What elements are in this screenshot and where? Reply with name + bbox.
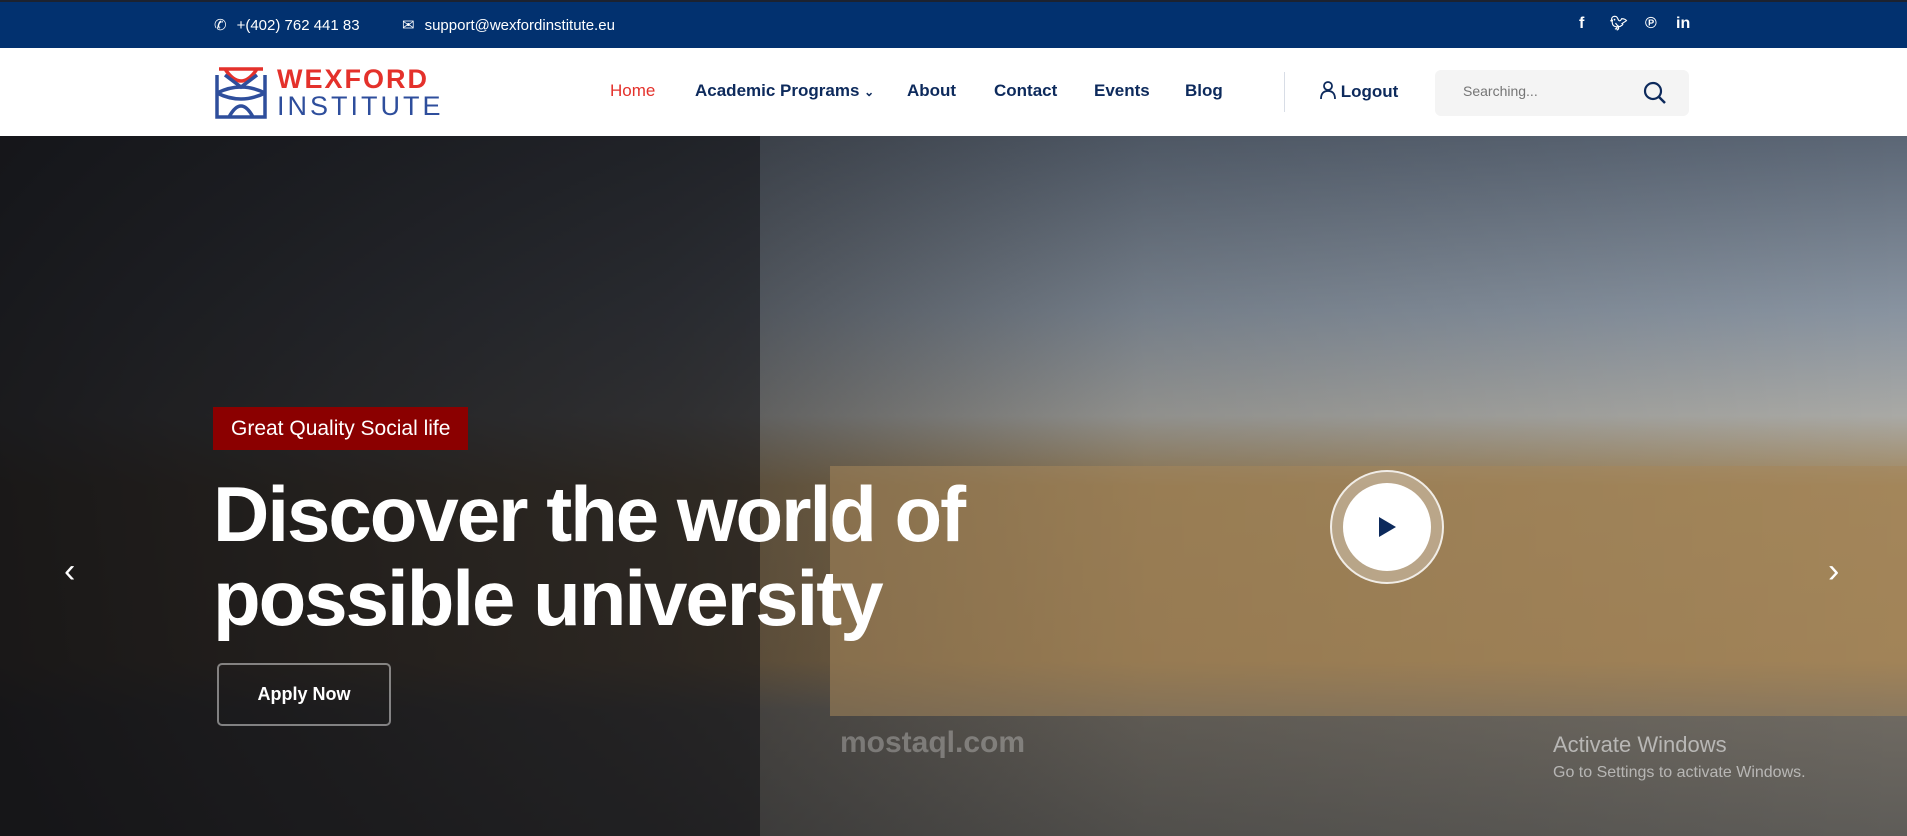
logout-button[interactable]: Logout xyxy=(1320,81,1398,102)
search-box xyxy=(1435,70,1689,116)
next-slide-arrow-icon[interactable]: › xyxy=(1828,552,1839,591)
hero-headline: Discover the world of possible universit… xyxy=(213,470,966,642)
nav-blog[interactable]: Blog xyxy=(1185,81,1223,101)
twitter-icon[interactable]: 🐦︎ xyxy=(1610,15,1628,32)
logout-label: Logout xyxy=(1340,82,1399,101)
watermark-text: mostaql.com xyxy=(840,726,1026,759)
watermark: mostaql.com xyxy=(840,726,1025,760)
nav-academic-programs-label: Academic Programs xyxy=(695,81,860,100)
email-contact[interactable]: ✉ support@wexfordinstitute.eu xyxy=(402,16,615,35)
activate-windows-subtitle: Go to Settings to activate Windows. xyxy=(1553,764,1806,781)
mail-icon: ✉ xyxy=(402,17,415,34)
logo-text-wexford: WEXFORD xyxy=(277,64,429,94)
apply-now-button[interactable]: Apply Now xyxy=(217,663,391,726)
headline-line-2: possible university xyxy=(213,554,884,642)
main-nav: WEXFORD INSTITUTE Home Academic Programs… xyxy=(0,48,1907,136)
prev-slide-arrow-icon[interactable]: ‹ xyxy=(64,552,75,591)
phone-contact[interactable]: ✆ +(402) 762 441 83 xyxy=(214,16,360,35)
nav-events[interactable]: Events xyxy=(1094,81,1150,101)
email-address: support@wexfordinstitute.eu xyxy=(424,16,615,34)
search-input[interactable] xyxy=(1463,83,1633,99)
nav-divider xyxy=(1284,72,1285,112)
nav-about[interactable]: About xyxy=(907,81,956,101)
nav-home[interactable]: Home xyxy=(610,81,655,101)
nav-academic-programs[interactable]: Academic Programs ⌄ xyxy=(695,81,874,101)
user-icon xyxy=(1320,81,1336,100)
phone-number: +(402) 762 441 83 xyxy=(236,16,360,34)
play-video-button[interactable] xyxy=(1330,470,1444,584)
play-icon xyxy=(1379,517,1396,537)
logo[interactable]: WEXFORD INSTITUTE xyxy=(215,66,444,120)
hero-badge: Great Quality Social life xyxy=(213,407,469,450)
linkedin-icon[interactable]: in xyxy=(1676,15,1690,33)
logo-text-institute: INSTITUTE xyxy=(277,91,444,121)
logo-emblem-icon xyxy=(215,67,267,119)
chevron-down-icon: ⌄ xyxy=(864,85,875,99)
hero-slider: Great Quality Social life Discover the w… xyxy=(0,136,1907,836)
search-icon[interactable] xyxy=(1643,81,1667,105)
nav-contact[interactable]: Contact xyxy=(994,81,1057,101)
phone-icon: ✆ xyxy=(214,17,227,34)
facebook-icon[interactable]: f xyxy=(1579,15,1584,33)
headline-line-1: Discover the world of xyxy=(213,470,966,558)
pinterest-icon[interactable]: ℗ xyxy=(1645,15,1657,33)
top-bar: ✆ +(402) 762 441 83 ✉ support@wexfordins… xyxy=(0,0,1907,48)
activate-windows-title: Activate Windows xyxy=(1553,732,1727,757)
